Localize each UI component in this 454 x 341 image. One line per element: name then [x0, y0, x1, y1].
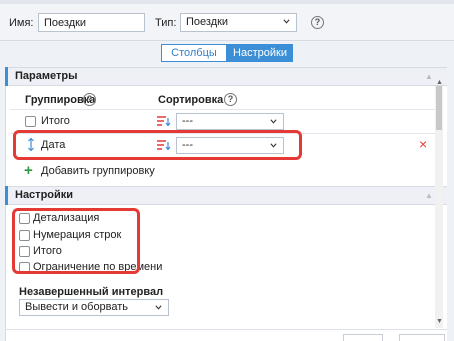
scroll-down-icon[interactable]: ▼ [436, 318, 443, 325]
group-row-label: Итого [41, 115, 70, 127]
divider [10, 109, 435, 110]
sort-order-icon[interactable] [157, 116, 171, 126]
chevron-down-icon [270, 119, 277, 124]
type-label: Тип: [155, 17, 177, 29]
name-label: Имя: [9, 17, 34, 29]
tab-columns[interactable]: Столбцы [161, 44, 227, 62]
interval-select-value: Вывести и оборвать [25, 301, 129, 313]
add-grouping-link[interactable]: Добавить группировку [41, 165, 155, 177]
footer-button[interactable] [399, 334, 445, 341]
params-section-header[interactable]: Параметры [5, 67, 447, 86]
interval-select[interactable]: Вывести и оборвать [19, 299, 169, 316]
interval-label: Незавершенный интервал [19, 286, 164, 298]
chevron-down-icon [155, 305, 162, 310]
name-input[interactable] [38, 13, 145, 32]
scroll-up-icon[interactable]: ▲ [436, 79, 443, 86]
sort-select-value: --- [182, 115, 193, 127]
sorting-header: Сортировка [158, 94, 224, 106]
remove-icon[interactable]: × [419, 137, 427, 151]
add-icon[interactable]: + [24, 162, 33, 179]
help-icon[interactable]: ? [311, 16, 324, 29]
type-select[interactable]: Поездки [180, 13, 297, 32]
type-select-value: Поездки [186, 16, 229, 28]
highlight-frame [13, 130, 302, 160]
sort-select[interactable]: --- [176, 113, 284, 130]
chevron-down-icon [283, 19, 290, 24]
collapse-icon[interactable]: ▲ [425, 72, 433, 81]
row-checkbox[interactable] [25, 116, 36, 127]
top-divider [0, 0, 454, 4]
settings-section-title: Настройки [15, 189, 74, 201]
tab-settings[interactable]: Настройки [227, 44, 293, 62]
sorting-help-icon[interactable]: ? [224, 93, 237, 106]
grouping-help-icon[interactable]: ? [83, 93, 96, 106]
scrollbar-thumb[interactable] [436, 86, 442, 130]
highlight-frame [12, 208, 140, 274]
footer-divider [5, 329, 447, 330]
section-accent [5, 186, 8, 205]
params-section-title: Параметры [15, 70, 78, 82]
section-accent [5, 67, 8, 86]
footer-button[interactable] [343, 334, 383, 341]
settings-section-header[interactable]: Настройки [5, 186, 447, 205]
collapse-icon[interactable]: ▲ [425, 191, 433, 200]
